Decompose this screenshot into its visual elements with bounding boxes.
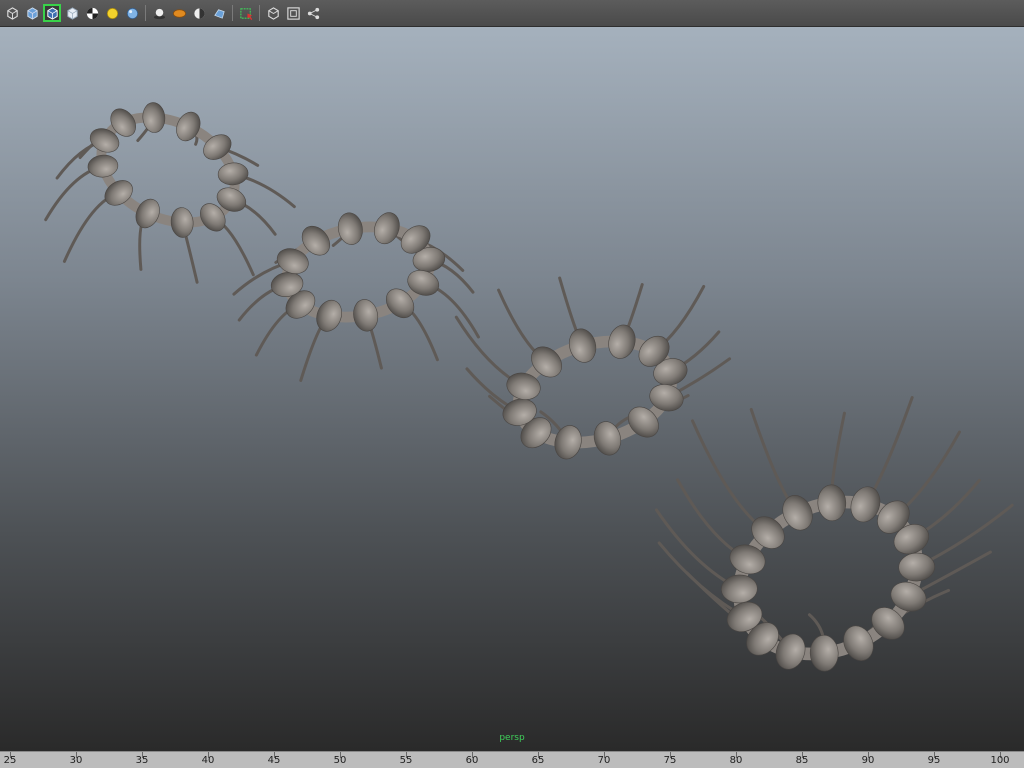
tentacle [915,503,1014,569]
camera-label: persp [499,733,525,743]
timeline-label: 25 [3,755,17,766]
timeline-label: 100 [990,755,1010,766]
ambient-occlusion-icon[interactable] [170,4,188,22]
ring-segment [87,154,119,178]
ring-segment [898,552,935,582]
share-node-icon[interactable] [304,4,322,22]
motion-blur-icon[interactable] [210,4,228,22]
lights-sun-icon[interactable] [103,4,121,22]
timeline-label: 85 [795,755,809,766]
tentacle [691,419,770,535]
sphere-shade-icon[interactable] [123,4,141,22]
ring-segment [217,162,249,186]
timeline-label: 35 [135,755,149,766]
timeline-label: 45 [267,755,281,766]
ring-segment [316,299,342,332]
ring-segment [554,425,582,460]
ring-object-4[interactable] [654,395,1014,682]
default-material-icon[interactable] [63,4,81,22]
ring-segment [374,212,400,245]
xray-cube-icon[interactable] [264,4,282,22]
3d-viewport[interactable]: persp [0,27,1024,751]
timeline-label: 40 [201,755,215,766]
wireframe-on-shaded-icon[interactable] [43,4,61,22]
timeline-label: 60 [465,755,479,766]
ring-segment [135,198,160,229]
scene-canvas[interactable] [0,27,1024,751]
ring-segment [568,328,597,363]
ring-segment [608,324,636,359]
ring-object-1[interactable] [44,97,296,284]
timeline-label: 70 [597,755,611,766]
ring-object-2[interactable] [232,209,480,382]
toolbar-separator [232,5,233,21]
timeline-label: 30 [69,755,83,766]
timeline-label: 55 [399,755,413,766]
smooth-shade-cube-icon[interactable] [23,4,41,22]
half-shade-icon[interactable] [190,4,208,22]
tentacle [654,508,741,591]
timeline-label: 95 [927,755,941,766]
timeline-label: 75 [663,755,677,766]
timeline-label: 90 [861,755,875,766]
checker-texture-icon[interactable] [83,4,101,22]
ring-segment [353,299,379,332]
toolbar-separator [145,5,146,21]
ring-object-3[interactable] [454,276,732,462]
ring-segment [142,102,166,133]
ring-segment [817,484,847,522]
ring-segment [721,574,758,604]
wireframe-cube-icon[interactable] [3,4,21,22]
ring-segment [782,495,813,531]
isolate-select-icon[interactable] [237,4,255,22]
timeline-label: 65 [531,755,545,766]
toolbar-separator [259,5,260,21]
shadows-icon[interactable] [150,4,168,22]
ring-segment [809,634,839,672]
timeline-label: 80 [729,755,743,766]
timeline-label: 50 [333,755,347,766]
viewport-toolbar [0,0,1024,27]
time-slider[interactable]: 25 30 35 40 45 50 55 60 65 70 75 80 85 90 95 100 [0,751,1024,768]
frame-all-icon[interactable] [284,4,302,22]
ring-segment [170,207,194,238]
ring-segment [176,111,201,142]
